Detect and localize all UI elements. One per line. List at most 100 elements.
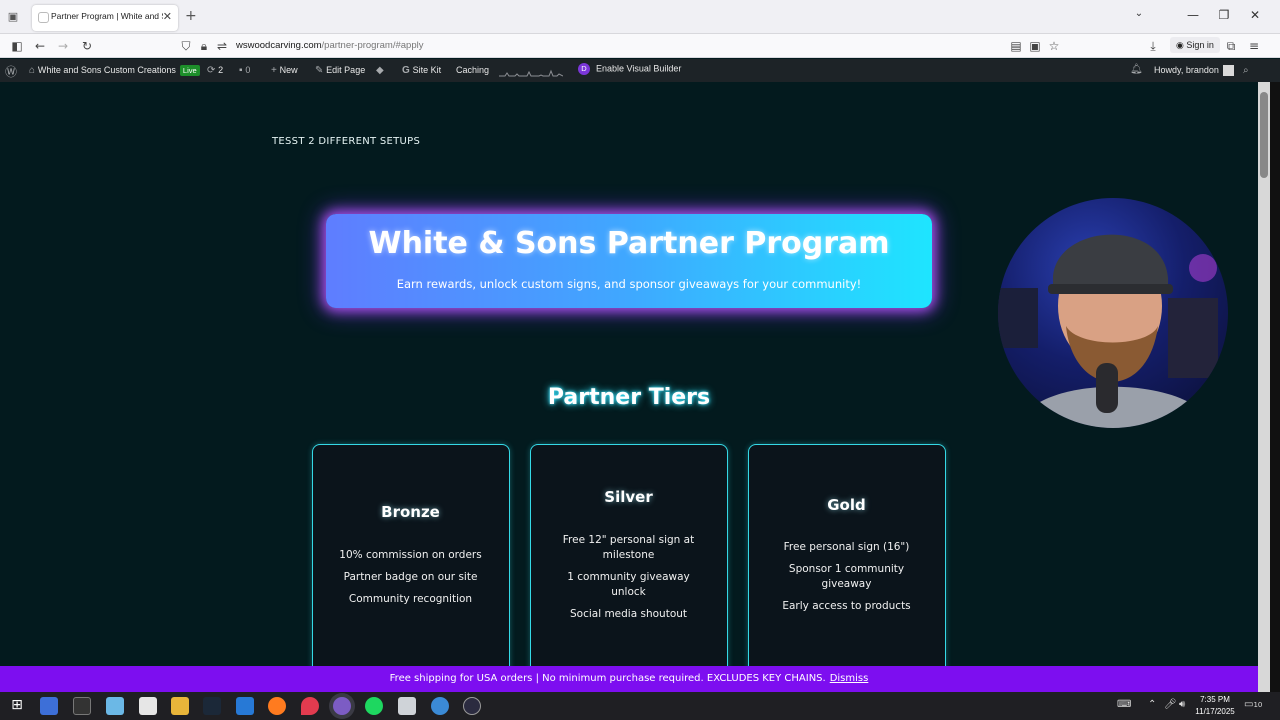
downloads-icon[interactable]: ⤓ (1145, 38, 1161, 54)
admin-visual-builder[interactable]: D Enable Visual Builder (578, 63, 681, 75)
tier-perk: Early access to products (782, 600, 911, 612)
url-path: /partner-program/#apply (321, 40, 424, 51)
tier-card-silver: Silver Free 12" personal sign at milesto… (530, 444, 728, 666)
tier-name: Bronze (381, 503, 440, 521)
windows-start-icon[interactable]: ⊞ (8, 697, 26, 715)
taskbar-microphone-icon[interactable]: 🎤︎ (1164, 699, 1177, 710)
taskbar-overflow-chevron-icon[interactable]: ⌃ (1148, 699, 1156, 710)
forward-arrow-icon[interactable]: → (55, 38, 71, 54)
admin-edit-page[interactable]: ✎ Edit Page (315, 65, 365, 76)
admin-comments[interactable]: ▪ 0 (239, 65, 250, 76)
comments-count: 0 (245, 65, 251, 75)
taskbar-app-pin-icon[interactable] (301, 697, 319, 715)
admin-site-kit[interactable]: G Site Kit (402, 65, 441, 76)
taskbar-app-notepad-icon[interactable] (106, 697, 124, 715)
taskbar-app-globe-icon[interactable] (431, 697, 449, 715)
lock-icon[interactable]: 🔒︎ (196, 38, 212, 54)
new-tab-button[interactable]: + (185, 8, 197, 24)
webcam-overlay (998, 198, 1228, 428)
address-bar[interactable]: ⛉ 🔒︎ ⇌ wswoodcarving.com/partner-program… (176, 36, 1066, 56)
edit-page-label: Edit Page (326, 65, 366, 75)
url-text[interactable]: wswoodcarving.com/partner-program/#apply (236, 40, 423, 51)
traffic-sparkline (499, 69, 563, 77)
tab-overflow-chevron-icon[interactable]: ⌄ (1130, 8, 1148, 19)
taskbar-notifications[interactable]: ▭10 (1244, 699, 1262, 710)
taskbar-app-word-icon[interactable] (40, 697, 58, 715)
admin-site-name[interactable]: ⌂ White and Sons Custom Creations Live (29, 65, 200, 76)
minimize-button[interactable]: — (1184, 8, 1202, 22)
sign-in-label: Sign in (1186, 40, 1214, 50)
tier-perk: Community recognition (348, 593, 473, 605)
wordpress-logo-icon[interactable]: Ⓦ (5, 63, 17, 80)
tier-card-gold: Gold Free personal sign (16") Sponsor 1 … (748, 444, 946, 666)
promo-text: Free shipping for USA orders | No minimu… (389, 673, 826, 684)
taskbar-calculator-icon[interactable] (398, 697, 416, 715)
tier-perk: Free personal sign (16") (783, 541, 910, 553)
tab-close-icon[interactable]: ✕ (163, 10, 172, 23)
admin-caching[interactable]: Caching (456, 65, 489, 75)
scrollbar-thumb[interactable] (1260, 92, 1268, 178)
home-icon: ⌂ (29, 65, 38, 76)
browser-tab-strip: ▣ Partner Program | White and So ✕ + ⌄ —… (0, 0, 1280, 34)
pencil-icon: ✎ (315, 65, 327, 76)
taskbar-steam-icon[interactable] (203, 697, 221, 715)
dismiss-link[interactable]: Dismiss (830, 673, 869, 684)
hero-subtitle: Earn rewards, unlock custom signs, and s… (396, 277, 862, 291)
plus-icon: + (271, 65, 280, 76)
extensions-icon[interactable]: ⧉ (1223, 38, 1239, 54)
site-permissions-icon[interactable]: ⇌ (214, 38, 230, 54)
bookmark-star-icon[interactable]: ☆ (1046, 38, 1062, 54)
taskbar-clock[interactable]: 7:35 PM 11/17/2025 (1192, 694, 1238, 718)
admin-updates[interactable]: ⟳ 2 (207, 65, 223, 76)
wp-admin-bar: Ⓦ ⌂ White and Sons Custom Creations Live … (0, 59, 1280, 82)
taskbar-spotify-icon[interactable] (365, 697, 383, 715)
close-window-button[interactable]: ✕ (1246, 8, 1264, 22)
back-arrow-icon[interactable]: ← (32, 38, 48, 54)
clock-date: 11/17/2025 (1195, 707, 1235, 716)
browser-tab-active[interactable]: Partner Program | White and So ✕ (32, 5, 178, 31)
tier-perk: 10% commission on orders (339, 549, 482, 561)
account-icon: ◉ (1176, 40, 1187, 50)
shield-icon[interactable]: ⛉ (178, 38, 194, 54)
divi-logo-icon: D (578, 63, 590, 75)
url-host: wswoodcarving.com (236, 40, 322, 51)
windows-taskbar: ⊞ ⌨ ⌃ 🎤︎ 🔊︎ 7:35 PM 11/17/2025 ▭10 (0, 692, 1280, 720)
taskbar-app-obs-icon[interactable] (73, 697, 91, 715)
menu-hamburger-icon[interactable]: ≡ (1246, 38, 1262, 54)
sign-in-button[interactable]: ◉ Sign in (1170, 37, 1220, 53)
tier-perk-list: Free 12" personal sign at milestone 1 co… (531, 533, 726, 629)
taskbar-app-store-icon[interactable] (236, 697, 254, 715)
diamond-plugin-icon[interactable]: ◆ (376, 65, 384, 76)
screenshot-icon[interactable]: ▣ (1027, 38, 1043, 54)
notification-bell-icon[interactable]: 🔔︎ (1130, 64, 1143, 75)
reload-icon[interactable]: ↻ (79, 38, 95, 54)
tier-perk: Sponsor 1 community giveaway (788, 563, 905, 590)
taskbar-app-media-icon[interactable] (463, 697, 481, 715)
taskbar-firefox-icon[interactable] (268, 697, 286, 715)
tab-list-icon[interactable]: ▣ (6, 10, 20, 24)
tier-name: Silver (604, 488, 653, 506)
taskbar-file-explorer-icon[interactable] (171, 697, 189, 715)
taskbar-app-active-icon[interactable] (333, 697, 351, 715)
admin-new[interactable]: + New (271, 65, 298, 76)
hero-title: White & Sons Partner Program (368, 226, 890, 261)
admin-search-icon[interactable]: ⌕ (1243, 65, 1249, 76)
sidebar-toggle-icon[interactable]: ◧ (9, 38, 25, 54)
window-edge (1270, 82, 1280, 692)
tier-perk: Partner badge on our site (343, 571, 478, 583)
taskbar-keyboard-icon[interactable]: ⌨ (1117, 699, 1131, 710)
taskbar-volume-icon[interactable]: 🔊︎ (1179, 699, 1185, 710)
taskbar-app-document-icon[interactable] (139, 697, 157, 715)
notification-count: 10 (1253, 701, 1263, 709)
reader-view-icon[interactable]: ▤ (1008, 38, 1024, 54)
greeting-label: Howdy, brandon (1154, 65, 1219, 75)
site-kit-label: Site Kit (412, 65, 442, 75)
tier-perk: 1 community giveaway unlock (567, 571, 690, 598)
hero-banner: White & Sons Partner Program Earn reward… (326, 214, 932, 308)
admin-account[interactable]: Howdy, brandon (1154, 65, 1234, 77)
page-content: TESST 2 DIFFERENT SETUPS White & Sons Pa… (0, 82, 1258, 666)
restore-button[interactable]: ❐ (1215, 8, 1233, 22)
tier-perk-list: 10% commission on orders Partner badge o… (313, 548, 508, 614)
live-badge: Live (179, 65, 200, 76)
page-scrollbar[interactable] (1258, 82, 1270, 692)
